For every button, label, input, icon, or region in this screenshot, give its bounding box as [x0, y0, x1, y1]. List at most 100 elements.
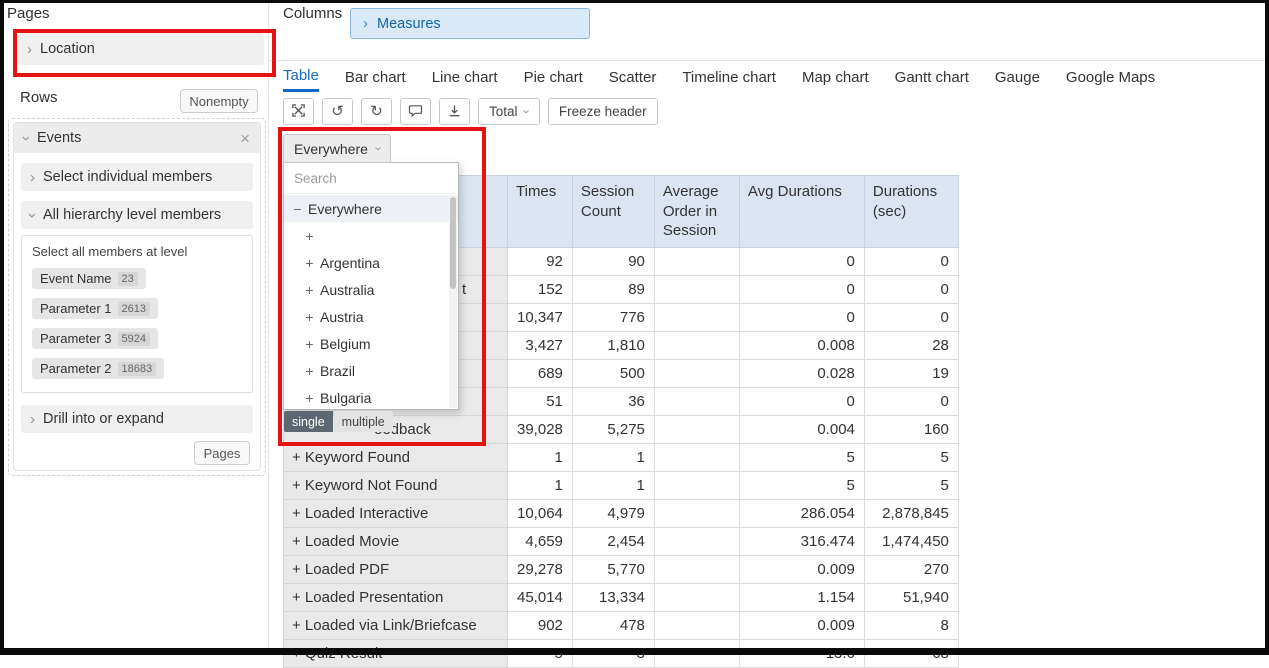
value-cell: 0 [739, 303, 864, 331]
tab-gantt-chart[interactable]: Gantt chart [895, 61, 969, 92]
table-row: + Keyword Not Found1155 [284, 471, 959, 499]
rows-section-label: Rows [20, 89, 58, 106]
events-title: Events [37, 130, 81, 146]
value-cell: 0 [739, 247, 864, 275]
freeze-header-button[interactable]: Freeze header [548, 98, 658, 125]
expand-plus-icon[interactable]: + [305, 363, 314, 379]
value-cell [654, 247, 739, 275]
value-cell: 36 [572, 387, 654, 415]
expand-plus-icon[interactable]: + [305, 309, 314, 325]
close-icon[interactable]: × [240, 130, 250, 147]
value-cell: 689 [508, 359, 573, 387]
pages-field-location[interactable]: › Location [17, 33, 264, 65]
undo-button[interactable]: ↺ [322, 98, 353, 125]
export-button[interactable] [439, 98, 470, 125]
expand-plus-icon[interactable]: + [305, 390, 314, 406]
row-label-cell[interactable]: + Keyword Found [284, 443, 508, 471]
tree-item-label: Belgium [320, 336, 371, 352]
column-header-session-count[interactable]: Session Count [572, 176, 654, 248]
tree-item-label: Argentina [320, 255, 380, 271]
pages-button[interactable]: Pages [194, 441, 250, 465]
value-cell [654, 583, 739, 611]
single-mode-button[interactable]: single [284, 411, 333, 432]
tab-line-chart[interactable]: Line chart [432, 61, 498, 92]
redo-button[interactable]: ↻ [361, 98, 392, 125]
tab-bar-chart[interactable]: Bar chart [345, 61, 406, 92]
chevron-down-icon: › [520, 109, 533, 113]
value-cell: 160 [864, 415, 958, 443]
tree-item-belgium[interactable]: + Belgium [284, 330, 458, 357]
tree-item-label: Brazil [320, 363, 355, 379]
value-cell: 0 [864, 275, 958, 303]
tree-item-austria[interactable]: +Austria [284, 303, 458, 330]
select-individual-members-row[interactable]: › Select individual members [21, 163, 253, 191]
expand-plus-icon[interactable]: + [305, 255, 314, 271]
location-filter-button[interactable]: Everywhere › [283, 134, 391, 163]
chip-label: Parameter 1 [40, 301, 112, 316]
tab-scatter[interactable]: Scatter [609, 61, 657, 92]
expand-plus-icon[interactable]: + [305, 282, 314, 298]
level-chip-parameter-2[interactable]: Parameter 218683 [32, 358, 164, 379]
scrollbar-track[interactable] [449, 195, 457, 408]
multiple-mode-button[interactable]: multiple [334, 411, 393, 432]
select-individual-label: Select individual members [43, 169, 212, 185]
value-cell: 0 [864, 387, 958, 415]
level-chip-parameter-1[interactable]: Parameter 12613 [32, 298, 158, 319]
value-cell [654, 555, 739, 583]
chevron-right-icon: › [30, 412, 35, 427]
chip-label: Parameter 3 [40, 331, 112, 346]
total-dropdown-button[interactable]: Total › [478, 98, 540, 125]
tree-item-item[interactable]: + [284, 222, 458, 249]
expand-plus-icon[interactable]: + [305, 228, 314, 244]
row-label-cell[interactable]: + Loaded Presentation [284, 583, 508, 611]
export-icon [447, 103, 462, 121]
tree-item-brazil[interactable]: + Brazil [284, 357, 458, 384]
comment-button[interactable] [400, 98, 431, 125]
expand-arrows-button[interactable] [283, 98, 314, 125]
level-chip-event-name[interactable]: Event Name23 [32, 268, 146, 289]
expand-plus-icon[interactable]: + [305, 336, 314, 352]
tab-google-maps[interactable]: Google Maps [1066, 61, 1155, 92]
row-label-cell[interactable]: + Loaded via Link/Briefcase [284, 611, 508, 639]
tree-item-everywhere[interactable]: −Everywhere [284, 195, 458, 222]
chevron-down-icon: › [19, 136, 34, 141]
column-header-avg-durations[interactable]: Avg Durations [739, 176, 864, 248]
search-input[interactable] [284, 163, 458, 194]
value-cell: 902 [508, 611, 573, 639]
events-panel-header[interactable]: › Events × [14, 123, 260, 153]
nonempty-button[interactable]: Nonempty [180, 89, 258, 113]
tree-item-argentina[interactable]: + Argentina [284, 249, 458, 276]
table-row: + Loaded PDF29,2785,7700.009270 [284, 555, 959, 583]
tree-item-bulgaria[interactable]: +Bulgaria [284, 384, 458, 410]
row-label-cell[interactable]: + Loaded Movie [284, 527, 508, 555]
drill-into-or-expand-row[interactable]: › Drill into or expand [21, 405, 253, 433]
collapse-minus-icon[interactable]: − [293, 201, 302, 217]
value-cell: 0 [864, 247, 958, 275]
value-cell: 39,028 [508, 415, 573, 443]
scrollbar-thumb[interactable] [450, 197, 456, 289]
column-header-average-order-in-session[interactable]: Average Order in Session [654, 176, 739, 248]
tree-item-australia[interactable]: +Australia [284, 276, 458, 303]
row-label-cell[interactable]: + Loaded Interactive [284, 499, 508, 527]
value-cell: 0.008 [739, 331, 864, 359]
row-label-cell[interactable]: + Quiz Result [284, 639, 508, 667]
column-header-durations-sec[interactable]: Durations (sec) [864, 176, 958, 248]
measures-chip[interactable]: › Measures [350, 8, 590, 39]
value-cell [654, 331, 739, 359]
tab-pie-chart[interactable]: Pie chart [524, 61, 583, 92]
tab-table[interactable]: Table [283, 61, 319, 92]
value-cell: 3,427 [508, 331, 573, 359]
row-label-cell[interactable]: + Keyword Not Found [284, 471, 508, 499]
tab-timeline-chart[interactable]: Timeline chart [682, 61, 776, 92]
value-cell [654, 387, 739, 415]
all-hierarchy-members-row[interactable]: › All hierarchy level members [21, 201, 253, 229]
column-header-times[interactable]: Times [508, 176, 573, 248]
value-cell: 0.028 [739, 359, 864, 387]
tab-map-chart[interactable]: Map chart [802, 61, 869, 92]
value-cell [654, 499, 739, 527]
row-label-cell[interactable]: + Loaded PDF [284, 555, 508, 583]
tab-gauge[interactable]: Gauge [995, 61, 1040, 92]
level-chip-parameter-3[interactable]: Parameter 35924 [32, 328, 158, 349]
value-cell [654, 415, 739, 443]
value-cell: 500 [572, 359, 654, 387]
